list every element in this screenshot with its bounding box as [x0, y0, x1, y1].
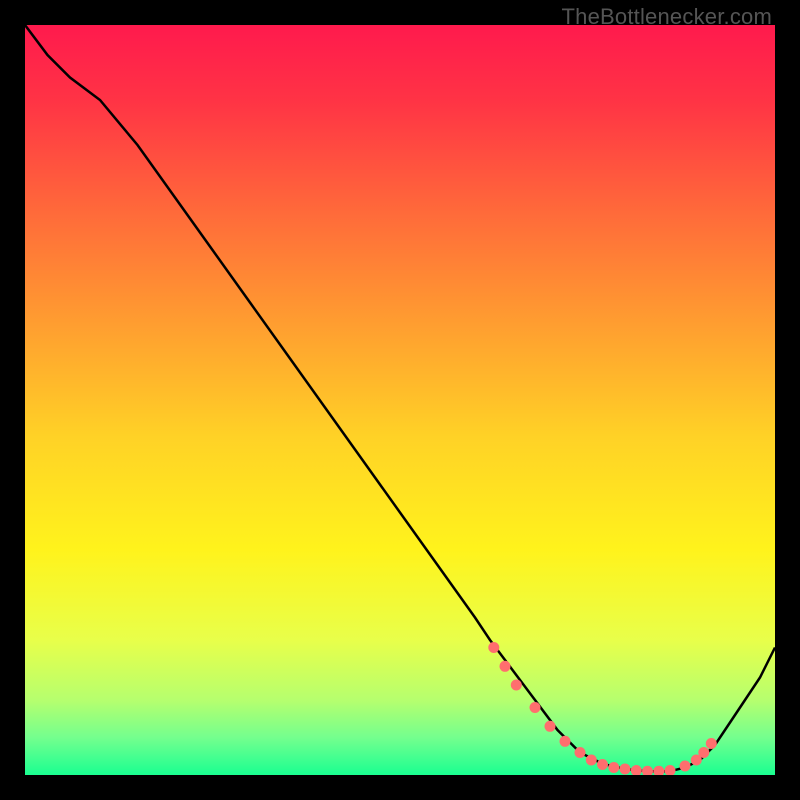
chart-marker: [620, 764, 631, 775]
chart-marker: [706, 738, 717, 749]
chart-marker: [586, 755, 597, 766]
chart-marker: [698, 747, 709, 758]
chart-marker: [530, 702, 541, 713]
chart-frame: [25, 25, 775, 775]
chart-marker: [560, 736, 571, 747]
chart-marker: [597, 759, 608, 770]
chart-marker: [511, 680, 522, 691]
chart-marker: [680, 761, 691, 772]
watermark-text: TheBottlenecker.com: [562, 4, 772, 30]
chart-marker: [545, 721, 556, 732]
chart-marker: [488, 642, 499, 653]
chart-marker: [575, 747, 586, 758]
chart-marker: [608, 762, 619, 773]
chart-svg: [25, 25, 775, 775]
chart-background: [25, 25, 775, 775]
chart-marker: [500, 661, 511, 672]
